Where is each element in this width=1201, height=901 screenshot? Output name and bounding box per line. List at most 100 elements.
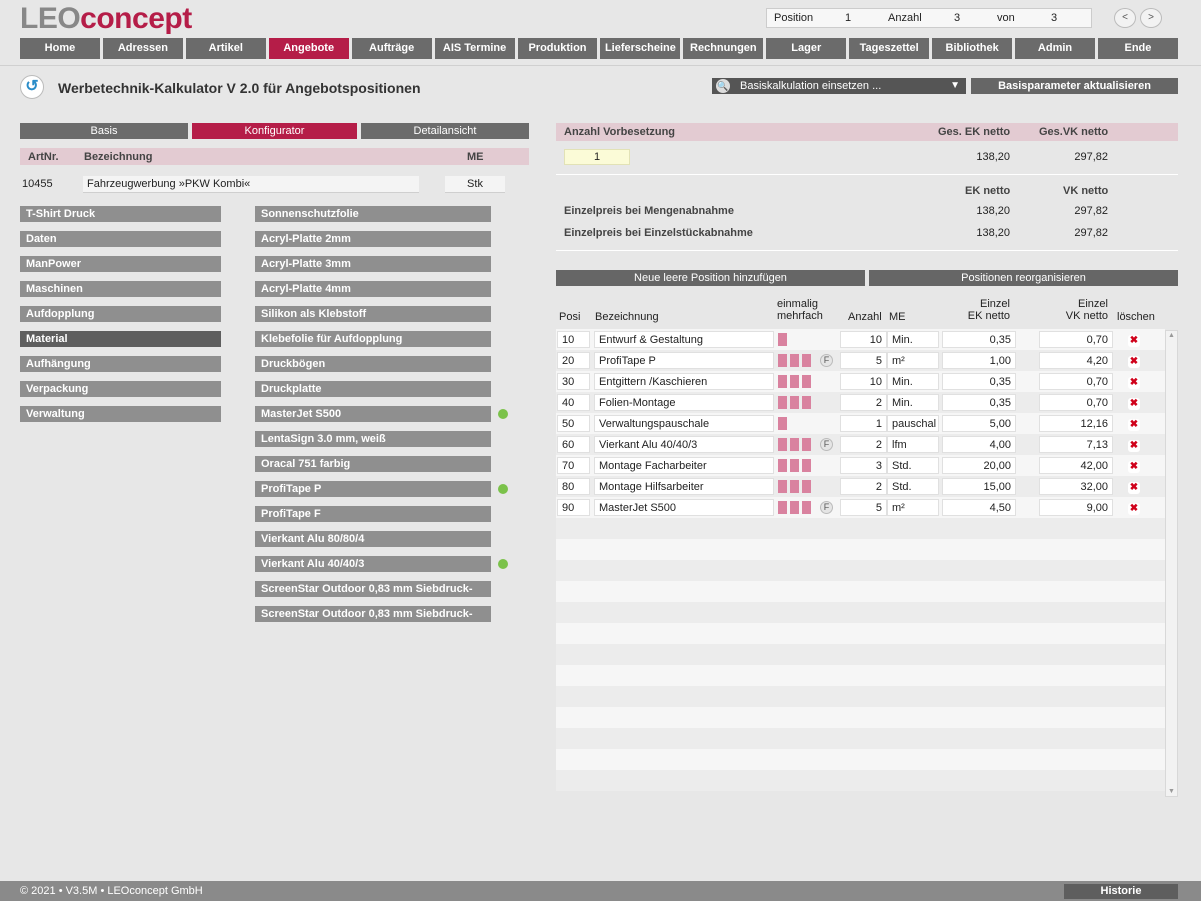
me-cell[interactable]: pauschal xyxy=(887,415,939,432)
bezeichnung-cell[interactable]: Entwurf & Gestaltung xyxy=(594,331,774,348)
posi-cell[interactable]: 60 xyxy=(557,436,590,453)
quantity-mode-toggle[interactable] xyxy=(778,333,787,346)
tab-konfigurator[interactable]: Konfigurator xyxy=(192,123,357,139)
me-cell[interactable]: Std. xyxy=(887,478,939,495)
quantity-mode-toggle[interactable] xyxy=(802,396,811,409)
material-item[interactable]: ScreenStar Outdoor 0,83 mm Siebdruck- xyxy=(255,581,491,597)
material-item[interactable]: ScreenStar Outdoor 0,83 mm Siebdruck- xyxy=(255,606,491,622)
quantity-mode-toggle[interactable] xyxy=(778,438,787,451)
f-badge-icon[interactable]: F xyxy=(820,438,833,451)
me-cell[interactable]: Min. xyxy=(887,331,939,348)
back-icon[interactable]: ↺ xyxy=(20,75,44,99)
quantity-mode-toggle[interactable] xyxy=(802,438,811,451)
anzahl-cell[interactable]: 2 xyxy=(840,394,887,411)
einzel-ek-cell[interactable]: 5,00 xyxy=(942,415,1016,432)
einzel-vk-cell[interactable]: 42,00 xyxy=(1039,457,1113,474)
posi-cell[interactable]: 40 xyxy=(557,394,590,411)
nav-tageszettel[interactable]: Tageszettel xyxy=(849,38,930,59)
bezeichnung-cell[interactable]: MasterJet S500 xyxy=(594,499,774,516)
anzahl-cell[interactable]: 5 xyxy=(840,352,887,369)
material-item[interactable]: ProfiTape F xyxy=(255,506,491,522)
me-cell[interactable]: Min. xyxy=(887,373,939,390)
delete-icon[interactable]: ✖ xyxy=(1128,356,1140,368)
category-material[interactable]: Material xyxy=(20,331,221,347)
einzel-ek-cell[interactable]: 20,00 xyxy=(942,457,1016,474)
update-base-params-button[interactable]: Basisparameter aktualisieren xyxy=(971,78,1178,94)
prev-record-button[interactable]: < xyxy=(1114,8,1136,28)
bezeichnung-cell[interactable]: Verwaltungspauschale xyxy=(594,415,774,432)
posi-cell[interactable]: 70 xyxy=(557,457,590,474)
delete-icon[interactable]: ✖ xyxy=(1128,419,1140,431)
einzel-ek-cell[interactable]: 4,00 xyxy=(942,436,1016,453)
quantity-mode-toggle[interactable] xyxy=(778,459,787,472)
einzel-ek-cell[interactable]: 0,35 xyxy=(942,373,1016,390)
anzahl-cell[interactable]: 1 xyxy=(840,415,887,432)
anzahl-cell[interactable]: 10 xyxy=(840,373,887,390)
einzel-ek-cell[interactable]: 15,00 xyxy=(942,478,1016,495)
material-item[interactable]: Acryl-Platte 2mm xyxy=(255,231,491,247)
delete-icon[interactable]: ✖ xyxy=(1128,398,1140,410)
einzel-ek-cell[interactable]: 4,50 xyxy=(942,499,1016,516)
f-badge-icon[interactable]: F xyxy=(820,354,833,367)
category-daten[interactable]: Daten xyxy=(20,231,221,247)
delete-icon[interactable]: ✖ xyxy=(1128,503,1140,515)
posi-cell[interactable]: 20 xyxy=(557,352,590,369)
nav-artikel[interactable]: Artikel xyxy=(185,38,266,59)
nav-ende[interactable]: Ende xyxy=(1097,38,1178,59)
quantity-mode-toggle[interactable] xyxy=(778,396,787,409)
quantity-mode-toggle[interactable] xyxy=(790,480,799,493)
quantity-mode-toggle[interactable] xyxy=(790,501,799,514)
material-item[interactable]: Vierkant Alu 40/40/3 xyxy=(255,556,491,572)
quantity-mode-toggle[interactable] xyxy=(778,375,787,388)
anzahl-cell[interactable]: 2 xyxy=(840,478,887,495)
anzahl-cell[interactable]: 10 xyxy=(840,331,887,348)
quantity-mode-toggle[interactable] xyxy=(778,501,787,514)
me-cell[interactable]: m² xyxy=(887,499,939,516)
einzel-vk-cell[interactable]: 12,16 xyxy=(1039,415,1113,432)
material-item[interactable]: Acryl-Platte 3mm xyxy=(255,256,491,272)
posi-cell[interactable]: 80 xyxy=(557,478,590,495)
einzel-vk-cell[interactable]: 0,70 xyxy=(1039,394,1113,411)
add-position-button[interactable]: Neue leere Position hinzufügen xyxy=(556,270,865,286)
anzahl-cell[interactable]: 5 xyxy=(840,499,887,516)
category-verpackung[interactable]: Verpackung xyxy=(20,381,221,397)
anzahl-cell[interactable]: 3 xyxy=(840,457,887,474)
scroll-up-icon[interactable]: ▲ xyxy=(1168,332,1175,339)
material-item[interactable]: Klebefolie für Aufdopplung xyxy=(255,331,491,347)
anzahl-vorbesetzung-input[interactable]: 1 xyxy=(564,149,630,165)
grid-scrollbar[interactable]: ▲ ▼ xyxy=(1165,330,1178,797)
category-t-shirt-druck[interactable]: T-Shirt Druck xyxy=(20,206,221,222)
bezeichnung-cell[interactable]: ProfiTape P xyxy=(594,352,774,369)
material-item[interactable]: ProfiTape P xyxy=(255,481,491,497)
einzel-vk-cell[interactable]: 0,70 xyxy=(1039,331,1113,348)
material-item[interactable]: Druckplatte xyxy=(255,381,491,397)
einzel-vk-cell[interactable]: 4,20 xyxy=(1039,352,1113,369)
anzahl-cell[interactable]: 2 xyxy=(840,436,887,453)
delete-icon[interactable]: ✖ xyxy=(1128,335,1140,347)
delete-icon[interactable]: ✖ xyxy=(1128,461,1140,473)
material-item[interactable]: LentaSign 3.0 mm, weiß xyxy=(255,431,491,447)
quantity-mode-toggle[interactable] xyxy=(790,354,799,367)
posi-cell[interactable]: 50 xyxy=(557,415,590,432)
quantity-mode-toggle[interactable] xyxy=(802,459,811,472)
einzel-ek-cell[interactable]: 1,00 xyxy=(942,352,1016,369)
nav-produktion[interactable]: Produktion xyxy=(517,38,598,59)
basiskalkulation-dropdown[interactable]: 🔍 Basiskalkulation einsetzen ... ▼ xyxy=(712,78,966,94)
material-item[interactable]: Sonnenschutzfolie xyxy=(255,206,491,222)
quantity-mode-toggle[interactable] xyxy=(802,480,811,493)
nav-lieferscheine[interactable]: Lieferscheine xyxy=(600,38,681,59)
category-maschinen[interactable]: Maschinen xyxy=(20,281,221,297)
einzel-ek-cell[interactable]: 0,35 xyxy=(942,331,1016,348)
delete-icon[interactable]: ✖ xyxy=(1128,377,1140,389)
category-verwaltung[interactable]: Verwaltung xyxy=(20,406,221,422)
einzel-vk-cell[interactable]: 32,00 xyxy=(1039,478,1113,495)
posi-cell[interactable]: 10 xyxy=(557,331,590,348)
quantity-mode-toggle[interactable] xyxy=(790,396,799,409)
category-aufhängung[interactable]: Aufhängung xyxy=(20,356,221,372)
tab-detailansicht[interactable]: Detailansicht xyxy=(361,123,529,139)
material-item[interactable]: Vierkant Alu 80/80/4 xyxy=(255,531,491,547)
bezeichnung-cell[interactable]: Montage Hilfsarbeiter xyxy=(594,478,774,495)
quantity-mode-toggle[interactable] xyxy=(802,375,811,388)
posi-cell[interactable]: 90 xyxy=(557,499,590,516)
bezeichnung-cell[interactable]: Montage Facharbeiter xyxy=(594,457,774,474)
